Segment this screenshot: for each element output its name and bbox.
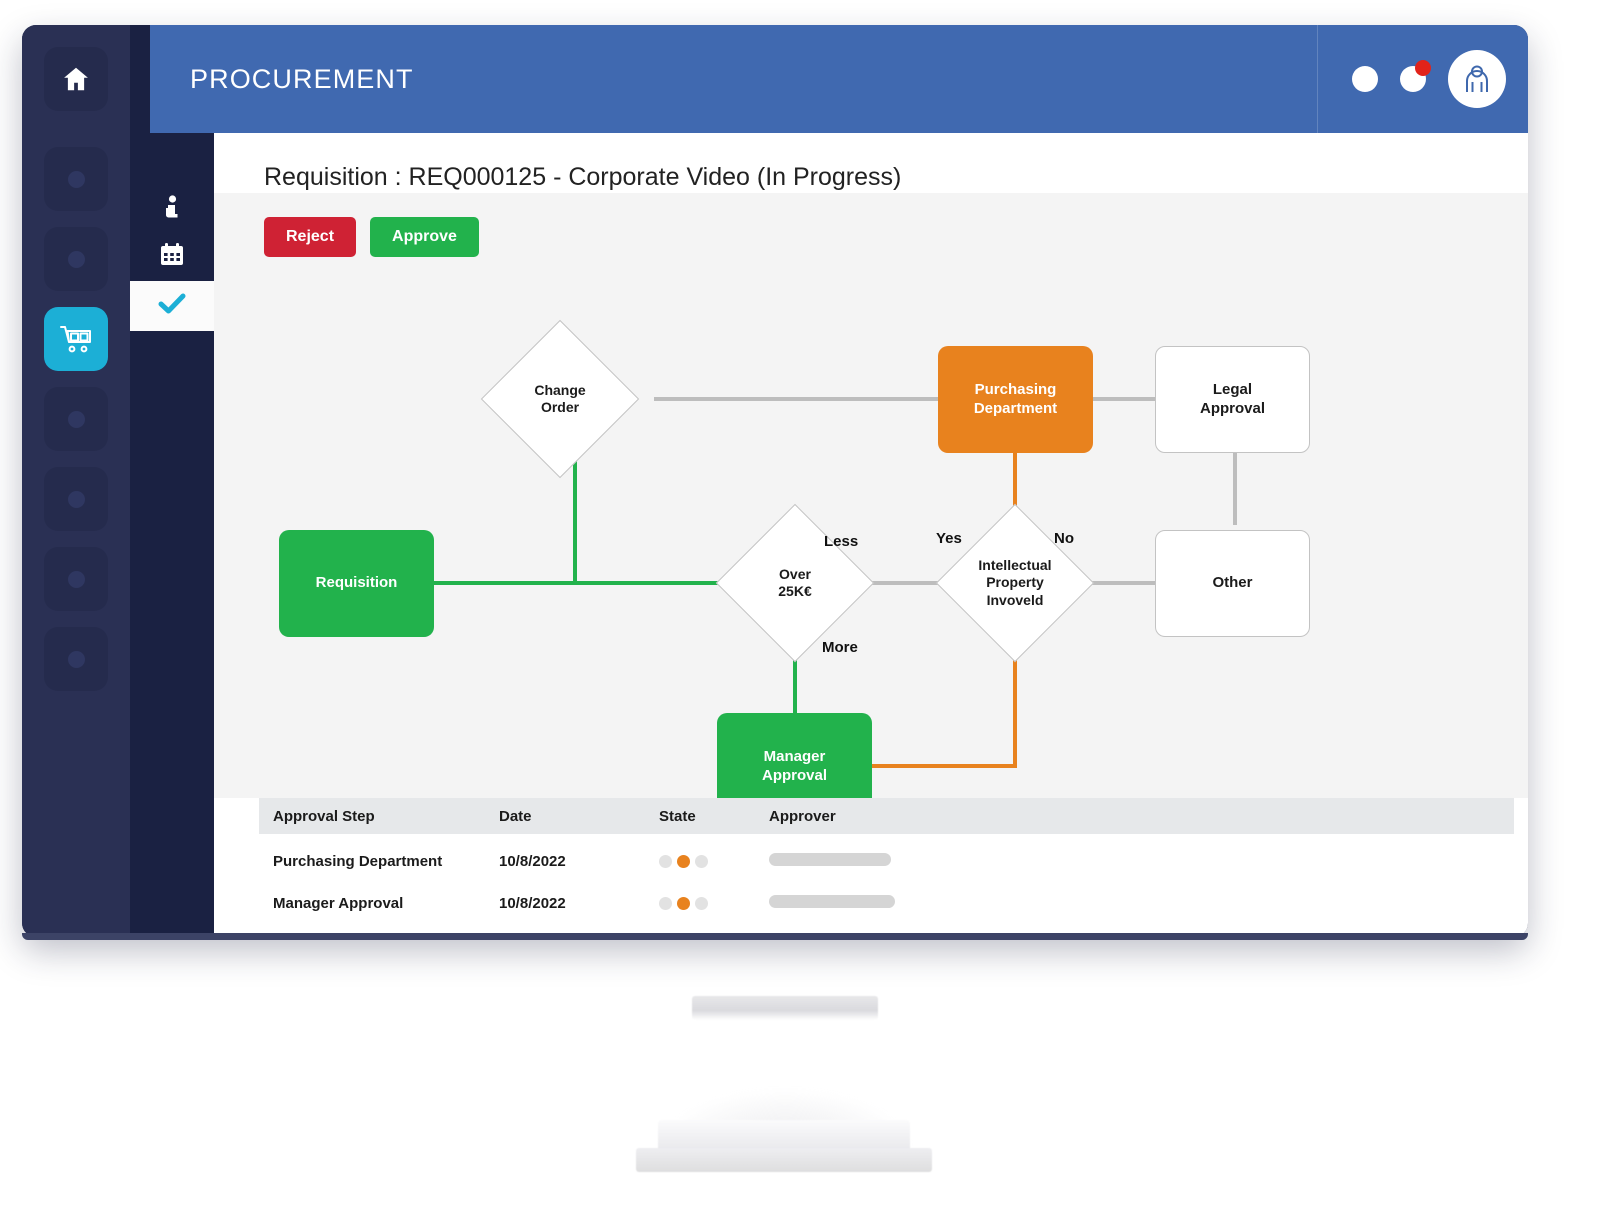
device-bottom-lip	[22, 933, 1528, 940]
edge-label-no: No	[1054, 530, 1074, 547]
node-label: Manager Approval	[761, 747, 827, 784]
node-label: Purchasing Department	[973, 380, 1058, 417]
check-icon	[157, 291, 187, 322]
sidebar-item-home[interactable]	[44, 47, 108, 111]
app-title: PROCUREMENT	[190, 63, 414, 94]
shopping-cart-icon	[59, 324, 93, 354]
subnav-item-approvals[interactable]	[130, 281, 214, 331]
cell-approver	[769, 852, 1514, 871]
dot-icon	[67, 490, 85, 508]
workflow-canvas: Reject Approve Requisition Change Order …	[214, 193, 1528, 820]
dot-icon	[67, 650, 85, 668]
node-legal-approval[interactable]: Legal Approval	[1155, 346, 1310, 453]
edge-label-yes: Yes	[936, 530, 962, 547]
sidebar-item-7[interactable]	[44, 547, 108, 611]
circle-icon[interactable]	[1352, 66, 1378, 92]
edge-label-more: More	[822, 639, 858, 656]
cell-approval-step: Manager Approval	[273, 895, 404, 912]
monitor-stand-neck	[692, 996, 878, 1020]
state-dot-active	[677, 897, 690, 910]
node-other[interactable]: Other	[1155, 530, 1310, 637]
device-screen: PROCUREMENT Requisition : REQ000125 - Co…	[22, 25, 1528, 937]
approver-placeholder	[769, 852, 891, 866]
sidebar-item-5[interactable]	[44, 387, 108, 451]
dot-icon	[67, 250, 85, 268]
workflow-connectors	[432, 397, 1237, 768]
column-header-approver: Approver	[769, 807, 836, 825]
node-label: Other	[1212, 574, 1253, 592]
monitor-stand-base-upper	[658, 1120, 910, 1150]
dot-icon	[67, 570, 85, 588]
subnav-item-info[interactable]	[130, 185, 214, 235]
approver-placeholder	[769, 894, 895, 908]
notification-badge	[1415, 60, 1431, 76]
sidebar-item-2[interactable]	[44, 147, 108, 211]
dot-icon	[67, 410, 85, 428]
approvals-table: Approval Step Date State Approver Purcha…	[214, 798, 1528, 921]
dot-icon	[67, 170, 85, 188]
column-header-state: State	[659, 807, 696, 825]
header-actions	[1352, 25, 1506, 133]
node-label: Over 25K€	[778, 565, 812, 600]
subnav-item-calendar[interactable]	[130, 232, 214, 282]
column-header-date: Date	[499, 807, 532, 825]
table-row[interactable]: Purchasing Department 10/8/2022	[259, 844, 1514, 879]
monitor-stand-base-lower	[636, 1148, 932, 1172]
workflow-diagram: Requisition Change Order Over 25K€ Intel…	[214, 193, 1528, 820]
sidebar-item-procurement[interactable]	[44, 307, 108, 371]
secondary-sidebar	[130, 25, 214, 937]
user-avatar-icon[interactable]	[1448, 50, 1506, 108]
node-change-order[interactable]: Change Order	[480, 319, 640, 479]
node-label: Intellectual Property Invoveld	[978, 556, 1052, 608]
cell-date: 10/8/2022	[499, 853, 566, 870]
sidebar-item-3[interactable]	[44, 227, 108, 291]
edge-label-less: Less	[824, 533, 859, 550]
app-header: PROCUREMENT	[150, 25, 1528, 133]
column-header-approval-step: Approval Step	[273, 807, 375, 825]
main-content: Requisition : REQ000125 - Corporate Vide…	[214, 133, 1528, 937]
sidebar-item-6[interactable]	[44, 467, 108, 531]
header-divider	[1317, 25, 1318, 133]
state-dots	[659, 855, 769, 868]
state-dot	[695, 897, 708, 910]
state-dot	[659, 855, 672, 868]
calendar-icon	[159, 242, 185, 273]
table-header-row: Approval Step Date State Approver	[259, 798, 1514, 834]
cell-state	[659, 897, 769, 910]
screenshot-stage: PROCUREMENT Requisition : REQ000125 - Co…	[0, 0, 1600, 1226]
home-icon	[61, 64, 91, 94]
node-label: Change Order	[534, 381, 586, 416]
sidebar-item-8[interactable]	[44, 627, 108, 691]
notification-circle-icon[interactable]	[1400, 60, 1431, 92]
state-dot	[695, 855, 708, 868]
state-dots	[659, 897, 769, 910]
cell-state	[659, 855, 769, 868]
table-row[interactable]: Manager Approval 10/8/2022	[259, 886, 1514, 921]
cell-approver	[769, 894, 1514, 913]
state-dot	[659, 897, 672, 910]
page-title: Requisition : REQ000125 - Corporate Vide…	[264, 163, 902, 191]
node-label: Requisition	[315, 574, 398, 592]
node-purchasing-department[interactable]: Purchasing Department	[938, 346, 1093, 453]
node-label: Legal Approval	[1199, 380, 1265, 417]
info-icon	[162, 194, 182, 226]
cell-approval-step: Purchasing Department	[273, 853, 443, 870]
state-dot-active	[677, 855, 690, 868]
cell-date: 10/8/2022	[499, 895, 566, 912]
node-requisition[interactable]: Requisition	[279, 530, 434, 637]
